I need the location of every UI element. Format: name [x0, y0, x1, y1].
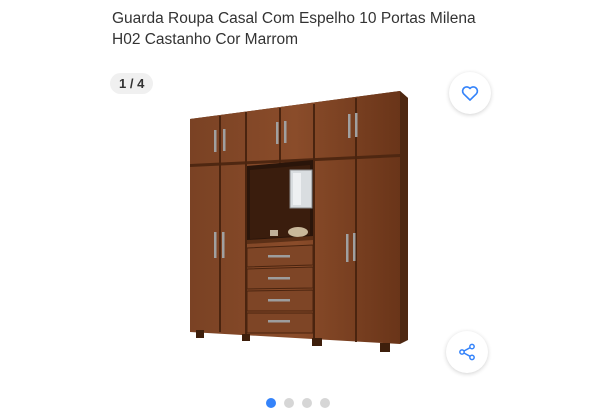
wardrobe-image: [190, 91, 408, 352]
share-button[interactable]: [446, 331, 488, 373]
product-image-gallery[interactable]: [100, 62, 500, 390]
pagination-dot-4[interactable]: [320, 398, 330, 408]
pagination-dot-3[interactable]: [302, 398, 312, 408]
heart-icon: [461, 86, 479, 101]
gallery-pagination: [266, 398, 330, 408]
favorite-button[interactable]: [449, 72, 491, 114]
pagination-dot-2[interactable]: [284, 398, 294, 408]
share-icon: [459, 343, 475, 361]
product-title: Guarda Roupa Casal Com Espelho 10 Portas…: [112, 10, 476, 48]
pagination-dot-1[interactable]: [266, 398, 276, 408]
image-counter: 1 / 4: [110, 73, 154, 94]
